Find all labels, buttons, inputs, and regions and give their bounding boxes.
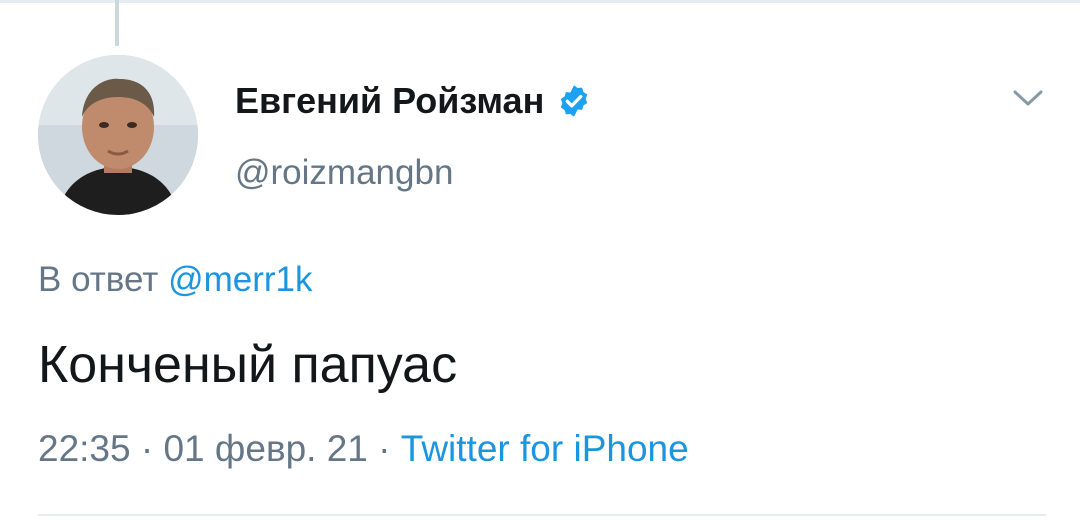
avatar-image: [38, 55, 198, 215]
tweet-meta: 22:35 · 01 февр. 21 · Twitter for iPhone: [38, 428, 689, 470]
meta-separator: ·: [378, 428, 391, 469]
bottom-divider: [38, 514, 1046, 516]
chevron-down-icon[interactable]: [1010, 84, 1046, 112]
author-display-name[interactable]: Евгений Ройзман: [235, 80, 544, 122]
reply-prefix: В ответ: [38, 260, 159, 299]
verified-badge-icon: [556, 83, 592, 119]
top-divider: [0, 0, 1080, 3]
author-handle[interactable]: @roizmangbn: [235, 153, 453, 193]
meta-separator: ·: [140, 428, 154, 469]
avatar[interactable]: [38, 55, 198, 215]
tweet-date[interactable]: 01 февр. 21: [163, 428, 367, 469]
author-name-row[interactable]: Евгений Ройзман: [235, 76, 592, 126]
tweet-time[interactable]: 22:35: [38, 428, 131, 469]
reply-mention-link[interactable]: @merr1k: [168, 260, 312, 299]
thread-connector-line: [115, 0, 119, 46]
tweet-source-link[interactable]: Twitter for iPhone: [401, 428, 689, 469]
tweet-text: Конченый папуас: [38, 336, 458, 394]
reply-context: В ответ @merr1k: [38, 260, 313, 300]
